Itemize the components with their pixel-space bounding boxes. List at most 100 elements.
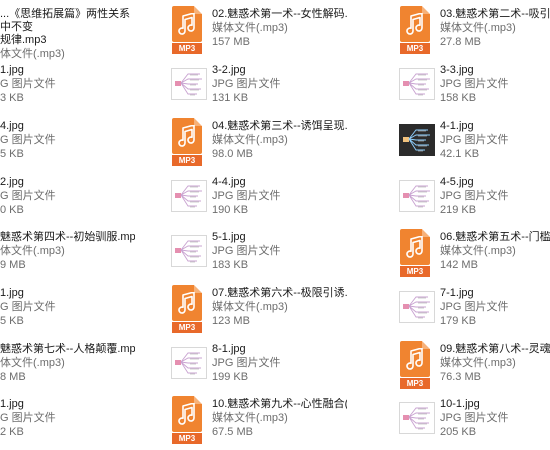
file-size: 5 KB [0,148,24,160]
file-info: 04.魅惑术第三术--诱饵呈现.mp3 媒体文件(.mp3) 98.0 MB [212,120,347,161]
file-name: 1.jpg [0,287,24,299]
mp3-label: MP3 [400,266,430,277]
file-type: 体文件(.mp3) [0,357,65,369]
file-item[interactable]: MP3 06.魅惑术第五术--门槛 媒体文件(.mp3) 142 MB [396,229,550,279]
file-size: 2 KB [0,426,24,438]
file-info: 魅惑术第七术--人格颠覆.mp3 体文件(.mp3) 8 MB [0,343,135,384]
image-thumbnail-icon [396,118,436,166]
file-item[interactable]: MP3 04.魅惑术第三术--诱饵呈现.mp3 媒体文件(.mp3) 98.0 MB [168,118,347,168]
file-type: JPG 图片文件 [440,301,509,313]
file-info: 1.jpg G 图片文件 5 KB [0,287,135,328]
file-info: 03.魅惑术第二术--吸引 媒体文件(.mp3) 27.8 MB [440,8,550,49]
file-size: 5 KB [0,315,24,327]
mp3-label: MP3 [172,155,202,166]
file-size: 219 KB [440,204,477,216]
file-type: 媒体文件(.mp3) [440,357,516,369]
file-type: G 图片文件 [0,134,56,146]
file-item[interactable]: 10-1.jpg JPG 图片文件 205 KB [396,396,550,446]
mp3-file-icon: MP3 [396,229,436,277]
file-item[interactable]: MP3 10.魅惑术第九术--心性融合(.mp3 媒体文件(.mp3) 67.5 MB [168,396,347,446]
file-item[interactable]: 4.jpg G 图片文件 5 KB [0,118,126,168]
file-item[interactable]: MP3 03.魅惑术第二术--吸引 媒体文件(.mp3) 27.8 MB [396,6,550,56]
file-info: 魅惑术第四术--初始驯服.mp3 体文件(.mp3) 9 MB [0,231,135,272]
file-info: 4-4.jpg JPG 图片文件 190 KB [212,176,347,217]
file-name: 1.jpg [0,64,24,76]
file-type: JPG 图片文件 [212,357,281,369]
file-item[interactable]: 魅惑术第七术--人格颠覆.mp3 体文件(.mp3) 8 MB [0,341,135,391]
file-item[interactable]: 1.jpg G 图片文件 2 KB [0,396,126,446]
mp3-label: MP3 [400,43,430,54]
file-name: 4-4.jpg [212,176,246,188]
file-item[interactable]: MP3 09.魅惑术第八术--灵魂 媒体文件(.mp3) 76.3 MB [396,341,550,391]
file-item[interactable]: 7-1.jpg JPG 图片文件 179 KB [396,285,550,335]
file-size: 142 MB [440,259,478,271]
file-size: 0 KB [0,204,24,216]
file-size: 205 KB [440,426,477,438]
file-info: 3-3.jpg JPG 图片文件 158 KB [440,64,550,105]
file-size: 27.8 MB [440,36,481,48]
file-name: 02.魅惑术第一术--女性解码.mp3 [212,8,347,20]
file-type: 媒体文件(.mp3) [440,245,516,257]
file-type: 媒体文件(.mp3) [212,22,288,34]
file-item[interactable]: ...《思维拓展篇》两性关系中不变 规律.mp3 体文件(.mp3) [0,6,130,60]
image-thumbnail-icon [396,174,436,222]
file-item[interactable]: 2.jpg G 图片文件 0 KB [0,174,126,224]
file-type: JPG 图片文件 [212,190,281,202]
file-size: 179 KB [440,315,477,327]
file-name: 04.魅惑术第三术--诱饵呈现.mp3 [212,120,347,132]
file-item[interactable]: MP3 07.魅惑术第六术--极限引诱.mp3 媒体文件(.mp3) 123 MB [168,285,347,335]
file-column-left: ...《思维拓展篇》两性关系中不变 规律.mp3 体文件(.mp3) 1.jpg G 图… [0,0,160,450]
file-info: 4.jpg G 图片文件 5 KB [0,120,135,161]
mp3-label: MP3 [400,378,430,389]
file-item[interactable]: 4-1.jpg JPG 图片文件 42.1 KB [396,118,550,168]
file-size: 157 MB [212,36,250,48]
file-size: 9 MB [0,259,26,271]
file-info: 09.魅惑术第八术--灵魂 媒体文件(.mp3) 76.3 MB [440,343,550,384]
file-name: 03.魅惑术第二术--吸引 [440,8,550,20]
file-name: ...《思维拓展篇》两性关系中不变 规律.mp3 [0,8,131,46]
file-item[interactable]: 8-1.jpg JPG 图片文件 199 KB [168,341,338,391]
file-type: G 图片文件 [0,190,56,202]
file-type: JPG 图片文件 [212,245,281,257]
file-type: G 图片文件 [0,78,56,90]
file-info: 4-1.jpg JPG 图片文件 42.1 KB [440,120,550,161]
file-item[interactable]: 魅惑术第四术--初始驯服.mp3 体文件(.mp3) 9 MB [0,229,135,279]
file-info: 4-5.jpg JPG 图片文件 219 KB [440,176,550,217]
file-item[interactable]: 1.jpg G 图片文件 3 KB [0,62,126,112]
image-thumbnail-icon [168,341,208,389]
file-name: 5-1.jpg [212,231,246,243]
file-item[interactable]: 3-3.jpg JPG 图片文件 158 KB [396,62,550,112]
mp3-file-icon: MP3 [396,341,436,389]
file-info: 06.魅惑术第五术--门槛 媒体文件(.mp3) 142 MB [440,231,550,272]
file-item[interactable]: 4-4.jpg JPG 图片文件 190 KB [168,174,338,224]
file-item[interactable]: 1.jpg G 图片文件 5 KB [0,285,126,335]
file-name: 魅惑术第四术--初始驯服.mp3 [0,231,135,243]
mp3-file-icon: MP3 [168,396,208,444]
file-item[interactable]: 5-1.jpg JPG 图片文件 183 KB [168,229,338,279]
image-thumbnail-icon [396,285,436,333]
file-info: 7-1.jpg JPG 图片文件 179 KB [440,287,550,328]
file-info: 02.魅惑术第一术--女性解码.mp3 媒体文件(.mp3) 157 MB [212,8,347,49]
file-type: JPG 图片文件 [212,78,281,90]
file-info: 5-1.jpg JPG 图片文件 183 KB [212,231,347,272]
file-name: 3-3.jpg [440,64,474,76]
image-thumbnail-icon [396,62,436,110]
file-name: 4-5.jpg [440,176,474,188]
file-item[interactable]: 3-2.jpg JPG 图片文件 131 KB [168,62,338,112]
file-item[interactable]: MP3 02.魅惑术第一术--女性解码.mp3 媒体文件(.mp3) 157 MB [168,6,347,56]
file-name: 10.魅惑术第九术--心性融合(.mp3 [212,398,347,410]
file-info: 8-1.jpg JPG 图片文件 199 KB [212,343,347,384]
file-type: 媒体文件(.mp3) [440,22,516,34]
file-name: 7-1.jpg [440,287,474,299]
mp3-label: MP3 [172,43,202,54]
file-size: 199 KB [212,371,249,383]
file-size: 123 MB [212,315,250,327]
file-size: 42.1 KB [440,148,480,160]
image-thumbnail-icon [168,174,208,222]
file-type: JPG 图片文件 [440,134,509,146]
file-item[interactable]: 4-5.jpg JPG 图片文件 219 KB [396,174,550,224]
file-info: 3-2.jpg JPG 图片文件 131 KB [212,64,347,105]
mp3-file-icon: MP3 [168,6,208,54]
file-name: 09.魅惑术第八术--灵魂 [440,343,550,355]
mp3-file-icon: MP3 [168,118,208,166]
